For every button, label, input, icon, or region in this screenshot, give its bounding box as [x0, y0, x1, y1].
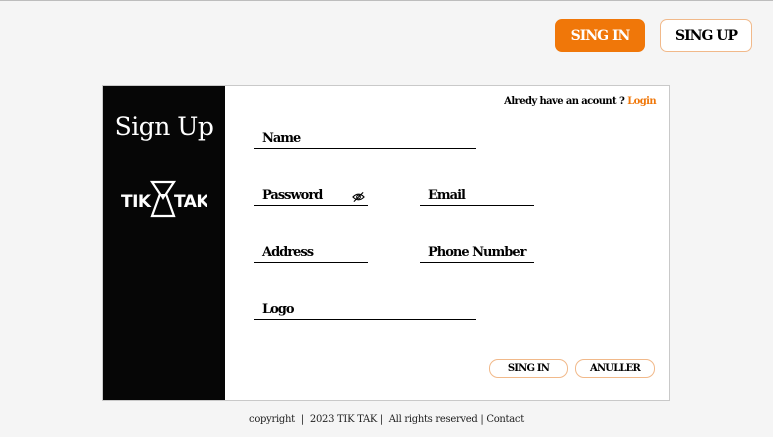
- password-field[interactable]: Password: [254, 184, 368, 206]
- email-field[interactable]: Email: [420, 184, 534, 206]
- address-field[interactable]: Address: [254, 241, 368, 263]
- signup-card: Sign Up TIK TAK Alredy have an acount ? L…: [102, 85, 670, 401]
- rights-text: All rights reserved |: [388, 414, 484, 425]
- sidebar-panel: Sign Up TIK TAK: [103, 86, 225, 400]
- footer-separator: |: [300, 414, 304, 425]
- email-label: Email: [428, 188, 466, 203]
- logo-field[interactable]: Logo: [254, 298, 476, 320]
- logo-label: Logo: [262, 302, 295, 317]
- annuler-button[interactable]: ANULLER: [575, 359, 655, 378]
- already-account-text: Alredy have an acount ? Login: [504, 96, 656, 107]
- phone-field[interactable]: Phone Number: [420, 241, 534, 263]
- phone-label: Phone Number: [428, 245, 526, 260]
- already-label: Alredy have an acount ?: [504, 96, 625, 107]
- top-signup-button[interactable]: SING UP: [660, 19, 752, 52]
- eye-slash-icon[interactable]: [352, 191, 365, 203]
- copyright-text: copyright: [249, 414, 295, 425]
- footer: copyright | 2023 TIK TAK | All rights rese…: [0, 414, 773, 425]
- login-link[interactable]: Login: [627, 96, 656, 107]
- tiktak-logo: TIK TAK: [121, 180, 207, 218]
- address-label: Address: [262, 245, 314, 260]
- year-brand-text: 2023 TIK TAK |: [309, 414, 383, 425]
- name-field[interactable]: Name: [254, 127, 476, 149]
- name-label: Name: [262, 131, 301, 146]
- top-signin-button[interactable]: SING IN: [555, 19, 645, 52]
- signin-button[interactable]: SING IN: [489, 359, 568, 378]
- password-label: Password: [262, 188, 323, 203]
- logo-text-right: TAK: [174, 192, 207, 212]
- sidebar-title: Sign Up: [114, 112, 214, 141]
- contact-link[interactable]: Contact: [486, 414, 524, 425]
- logo-text-left: TIK: [121, 192, 152, 212]
